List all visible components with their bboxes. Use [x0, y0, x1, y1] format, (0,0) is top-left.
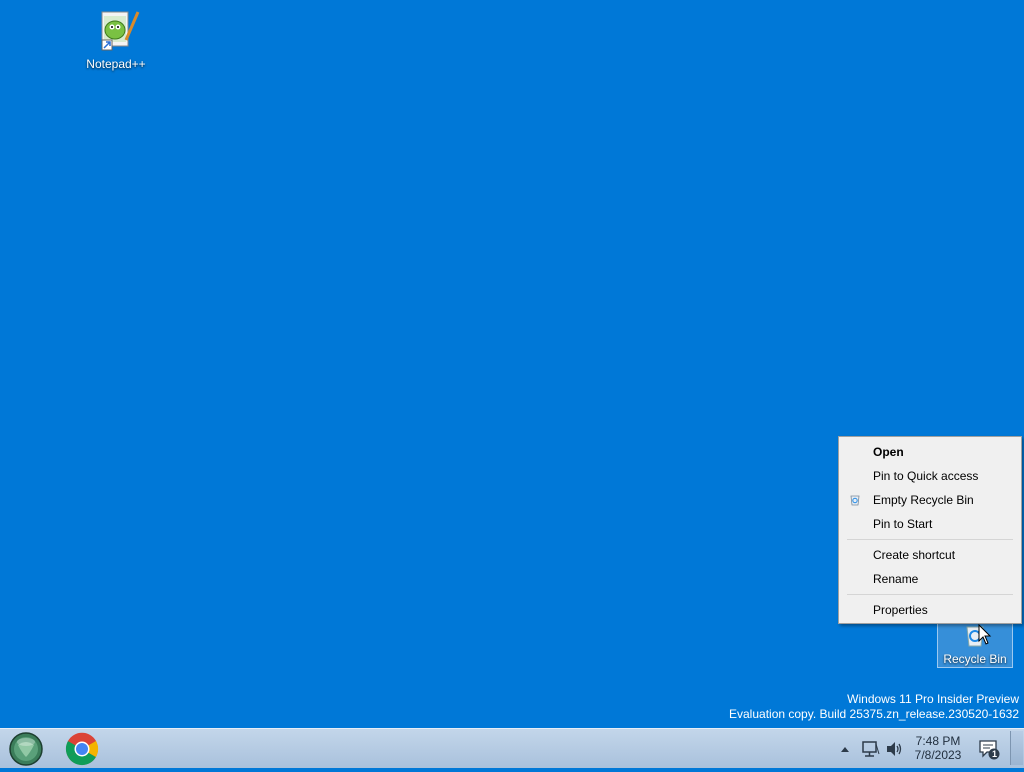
menu-item-label: Pin to Start	[873, 517, 933, 531]
desktop-icon-notepad-plus-plus[interactable]: Notepad++	[78, 8, 154, 71]
windows-watermark: Windows 11 Pro Insider Preview Evaluatio…	[729, 692, 1019, 722]
menu-item-label: Properties	[873, 603, 928, 617]
notepad-plus-plus-icon	[101, 11, 140, 51]
menu-item-label: Open	[873, 445, 904, 459]
menu-item-open[interactable]: Open	[839, 440, 1021, 464]
start-button[interactable]	[8, 731, 44, 767]
watermark-build: Evaluation copy. Build 25375.zn_release.…	[729, 707, 1019, 721]
context-menu: Open Pin to Quick access Empty Recycle B…	[838, 436, 1022, 624]
menu-item-label: Pin to Quick access	[873, 469, 979, 483]
show-hidden-icons-chevron-icon[interactable]	[840, 739, 850, 759]
menu-item-properties[interactable]: Properties	[839, 598, 1021, 622]
menu-separator	[847, 594, 1013, 595]
action-center-button[interactable]: 1	[978, 738, 1000, 760]
menu-item-pin-to-start[interactable]: Pin to Start	[839, 512, 1021, 536]
menu-item-label: Rename	[873, 572, 919, 586]
menu-item-create-shortcut[interactable]: Create shortcut	[839, 543, 1021, 567]
taskbar-clock[interactable]: 7:48 PM 7/8/2023	[906, 734, 970, 762]
clock-date: 7/8/2023	[914, 748, 962, 762]
menu-item-label: Empty Recycle Bin	[873, 493, 974, 507]
notification-count-badge: 1	[991, 749, 997, 759]
network-icon[interactable]	[860, 739, 880, 759]
menu-item-pin-to-quick-access[interactable]: Pin to Quick access	[839, 464, 1021, 488]
desktop-icon-label: Recycle Bin	[943, 652, 1007, 666]
show-desktop-button[interactable]	[1010, 731, 1023, 765]
menu-separator	[847, 539, 1013, 540]
mouse-cursor-icon	[978, 624, 992, 645]
volume-icon[interactable]	[885, 739, 905, 759]
menu-item-label: Create shortcut	[873, 548, 956, 562]
clock-time: 7:48 PM	[915, 734, 961, 748]
watermark-edition: Windows 11 Pro Insider Preview	[847, 692, 1019, 706]
desktop-icon-label: Notepad++	[86, 57, 146, 71]
start-orb-icon	[9, 732, 43, 766]
menu-item-empty-recycle-bin[interactable]: Empty Recycle Bin	[839, 488, 1021, 512]
recycle-bin-icon	[850, 495, 860, 506]
chrome-icon	[65, 732, 99, 766]
taskbar: 7:48 PM 7/8/2023 1	[0, 728, 1024, 768]
taskbar-chrome-button[interactable]	[64, 731, 100, 767]
menu-item-rename[interactable]: Rename	[839, 567, 1021, 591]
